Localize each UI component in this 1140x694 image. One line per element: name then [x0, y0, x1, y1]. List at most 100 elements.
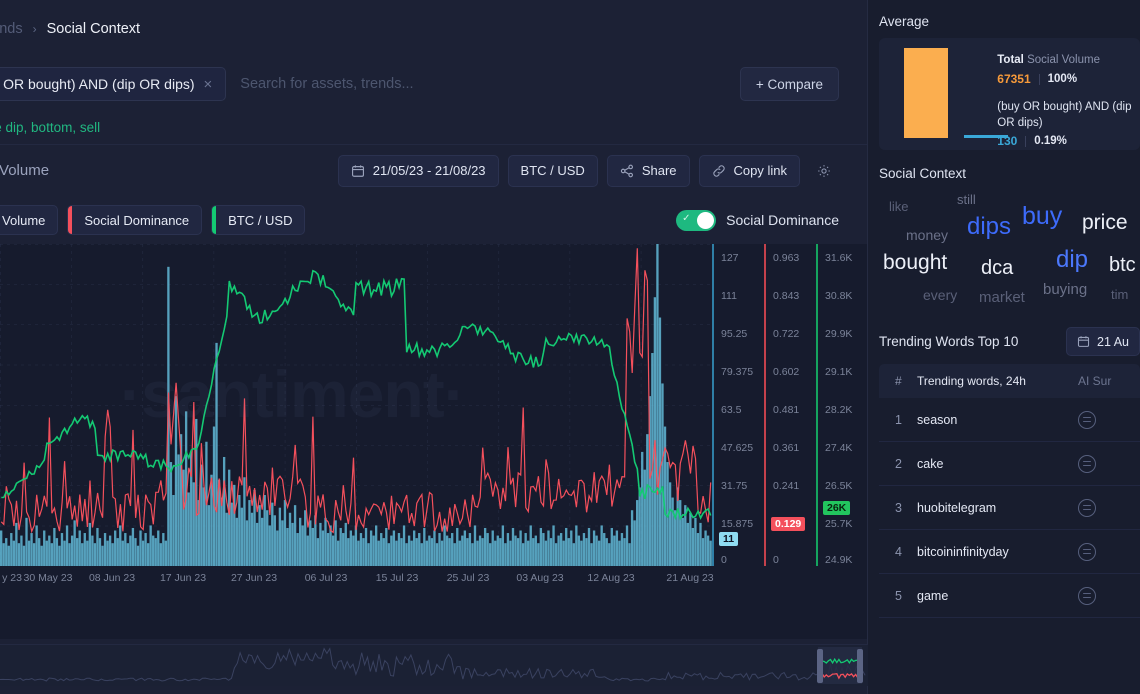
right-sidebar: Average Total Social Volume 67351 100% (… [868, 0, 1140, 694]
row-ai-summary-button[interactable] [1078, 498, 1140, 517]
axis-tick: 31.6K [825, 252, 853, 264]
average-total-values: 67351 100% [997, 70, 1140, 88]
average-card: Total Social Volume 67351 100% (buy OR b… [879, 38, 1140, 150]
navigator-handle-right[interactable] [857, 649, 863, 683]
copy-link-button[interactable]: Copy link [698, 154, 800, 187]
word-cloud-item[interactable]: buy [1022, 204, 1062, 229]
row-ai-summary-button[interactable] [1078, 454, 1140, 473]
legend-chip-label: Social Dominance [84, 212, 190, 228]
average-total-label: Total Social Volume [997, 52, 1140, 69]
chart-toolbar: Social Volume 21/05/23 - 21/08/23 BTC / … [0, 144, 867, 196]
word-cloud-item[interactable]: money [906, 228, 948, 242]
axis-tick: 0.602 [773, 366, 800, 378]
date-range-button[interactable]: 21/05/23 - 21/08/23 [337, 154, 499, 187]
word-cloud-item[interactable]: price [1082, 212, 1128, 233]
x-tick-label: 25 Jul 23 [446, 572, 490, 584]
chart-plot[interactable]: ·santiment· [0, 244, 712, 566]
row-ai-summary-button[interactable] [1078, 410, 1140, 429]
social-dominance-toggle[interactable]: ✓ [676, 209, 717, 231]
row-rank: 3 [895, 500, 902, 515]
legend-chip-social-dominance[interactable]: Social Dominance [67, 205, 203, 235]
axis-spine [712, 244, 714, 566]
x-tick-label: 27 Jun 23 [230, 572, 278, 584]
x-tick-label: 15 Jul 23 [375, 572, 419, 584]
word-cloud-item[interactable]: every [923, 288, 957, 302]
search-input[interactable] [240, 67, 740, 101]
word-cloud-item[interactable]: tim [1111, 288, 1128, 301]
app-root: Trends › Social Context (buy OR bought) … [0, 0, 1140, 694]
word-cloud-item[interactable]: dips [967, 215, 1011, 239]
legend-chip-social-volume[interactable]: Social Volume [0, 205, 59, 235]
row-rank: 2 [895, 456, 902, 471]
divider [1038, 73, 1040, 85]
toolbar-actions: 21/05/23 - 21/08/23 BTC / USD Share Copy… [337, 154, 839, 187]
check-icon: ✓ [682, 212, 691, 224]
main-panel: Trends › Social Context (buy OR bought) … [0, 0, 868, 694]
average-query-pct: 0.19% [1034, 134, 1067, 147]
table-row[interactable]: 4 bitcoininfinityday [879, 530, 1140, 574]
trending-table: # Trending words, 24h AI Sur 1 season 2 cak… [879, 364, 1140, 618]
table-row[interactable]: 5 game [879, 574, 1140, 618]
asset-label: BTC / USD [520, 163, 585, 178]
average-total-bold: Total [997, 54, 1024, 66]
share-button[interactable]: Share [606, 154, 690, 187]
row-ai-summary-button[interactable] [1078, 542, 1140, 561]
settings-button[interactable] [809, 156, 839, 186]
word-cloud-item[interactable]: buying [1043, 282, 1087, 297]
column-header-word: Trending words, 24h [917, 374, 1026, 388]
chart-range-navigator[interactable] [0, 644, 868, 686]
row-word: cake [917, 456, 944, 471]
legend-chip-btc-usd[interactable]: BTC / USD [211, 205, 306, 235]
row-ai-summary-button[interactable] [1078, 586, 1140, 605]
calendar-icon [351, 164, 364, 177]
x-tick-label: 17 Jun 23 [159, 572, 207, 584]
toggle-knob [697, 211, 715, 229]
average-bar-chart [892, 48, 1008, 144]
breadcrumb-root[interactable]: Trends [0, 21, 23, 37]
axis-spine [816, 244, 818, 566]
summary-icon [1078, 498, 1096, 517]
axis-tick: 26.5K [825, 480, 853, 492]
current-value-badge: 26K [823, 501, 851, 515]
average-total-rest: Social Volume [1023, 54, 1100, 66]
word-cloud-item[interactable]: still [957, 193, 976, 206]
word-cloud[interactable]: like still money dips buy price bought dca dip bt… [879, 190, 1140, 315]
word-cloud-item[interactable]: dip [1056, 248, 1088, 272]
asset-button[interactable]: BTC / USD [507, 154, 598, 187]
link-icon [712, 164, 725, 177]
y-axis-social-volume: 127 111 95.25 79.375 63.5 47.625 31.75 1… [712, 244, 764, 566]
legend-chip-label: BTC / USD [228, 212, 293, 228]
axis-spine [764, 244, 766, 566]
keywords-line: Buy the dip, bottom, sell [0, 119, 101, 135]
add-compare-button[interactable]: + Compare [739, 67, 839, 101]
column-header-ai-summary: AI Sur [1078, 374, 1112, 388]
social-dominance-toggle-group: ✓ Social Dominance [676, 209, 839, 231]
close-icon[interactable]: × [204, 77, 213, 92]
average-bar-query [964, 135, 1008, 138]
share-icon [620, 164, 633, 177]
toggle-label: Social Dominance [726, 212, 839, 228]
table-row[interactable]: 2 cake [879, 442, 1140, 486]
table-row[interactable]: 3 huobitelegram [879, 486, 1140, 530]
x-tick-label: 08 Jun 23 [88, 572, 136, 584]
word-cloud-item[interactable]: market [979, 290, 1025, 305]
column-header-rank: # [895, 374, 902, 388]
word-cloud-item[interactable]: btc [1109, 255, 1136, 275]
table-header-row: # Trending words, 24h AI Sur [879, 364, 1140, 398]
axis-tick: 15.875 [721, 518, 754, 530]
table-row[interactable]: 1 season [879, 398, 1140, 442]
average-total-pct: 100% [1047, 72, 1078, 85]
axis-tick: 95.25 [721, 328, 748, 340]
trending-date-button[interactable]: 21 Au [1066, 327, 1140, 356]
average-query-values: 130 0.19% [997, 132, 1140, 150]
word-cloud-item[interactable]: bought [883, 252, 947, 273]
breadcrumb: Trends › Social Context [0, 0, 867, 58]
word-cloud-item[interactable]: like [889, 200, 909, 213]
axis-tick: 0.843 [773, 290, 800, 302]
navigator-handle-left[interactable] [817, 649, 823, 683]
word-cloud-item[interactable]: dca [981, 258, 1013, 278]
query-token[interactable]: (buy OR bought) AND (dip OR dips) × [0, 67, 227, 101]
axis-tick: 0.361 [773, 442, 800, 454]
summary-icon [1078, 454, 1096, 473]
average-info: Total Social Volume 67351 100% (buy OR b… [997, 48, 1140, 150]
